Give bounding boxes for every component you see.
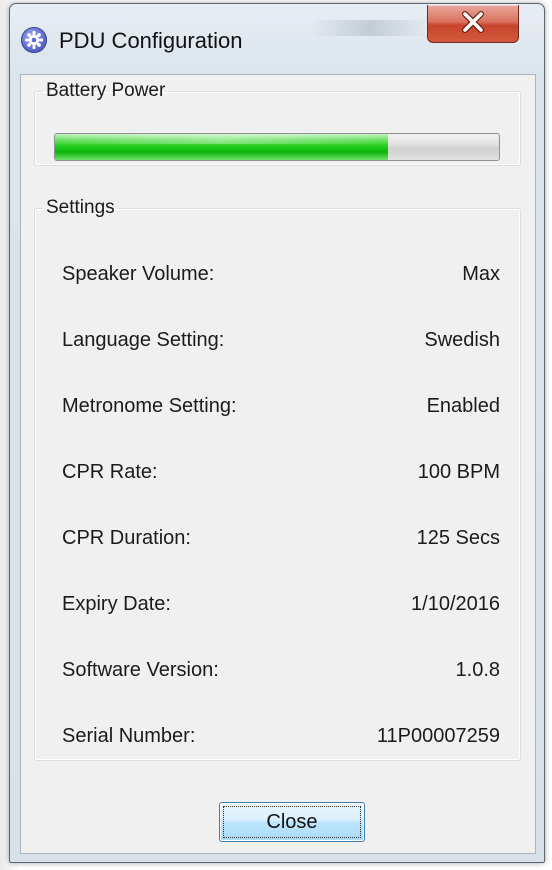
- setting-value: 100 BPM: [417, 461, 500, 483]
- setting-value: Enabled: [426, 395, 500, 417]
- setting-label: Expiry Date:: [62, 593, 171, 615]
- window-close-button[interactable]: [427, 5, 519, 43]
- title-bar-glass: [310, 20, 430, 36]
- setting-label: Language Setting:: [62, 329, 225, 351]
- setting-value: 1/10/2016: [411, 593, 500, 615]
- battery-progress-bar: [54, 133, 500, 161]
- setting-row-cpr-rate: CPR Rate: 100 BPM: [35, 431, 520, 497]
- setting-row-metronome: Metronome Setting: Enabled: [35, 365, 520, 431]
- desktop-background: PDU Configuration Battery Power Settings: [0, 0, 552, 870]
- setting-value: Max: [462, 263, 500, 285]
- setting-label: Software Version:: [62, 659, 219, 681]
- battery-progress-fill: [55, 134, 388, 160]
- title-bar[interactable]: PDU Configuration: [10, 4, 544, 74]
- settings-list: Speaker Volume: Max Language Setting: Sw…: [35, 233, 520, 761]
- setting-label: Serial Number:: [62, 725, 196, 747]
- setting-row-language: Language Setting: Swedish: [35, 299, 520, 365]
- setting-label: CPR Duration:: [62, 527, 191, 549]
- setting-row-cpr-duration: CPR Duration: 125 Secs: [35, 497, 520, 563]
- setting-label: Metronome Setting:: [62, 395, 237, 417]
- settings-label: Settings: [46, 197, 115, 218]
- setting-value: Swedish: [424, 329, 500, 351]
- window-title: PDU Configuration: [59, 28, 243, 53]
- setting-row-software-version: Software Version: 1.0.8: [35, 629, 520, 695]
- battery-power-group: Battery Power: [34, 80, 521, 166]
- pdu-configuration-dialog: PDU Configuration Battery Power Settings: [9, 3, 545, 863]
- setting-row-expiry-date: Expiry Date: 1/10/2016: [35, 563, 520, 629]
- gear-icon: [21, 27, 47, 53]
- setting-row-serial-number: Serial Number: 11P00007259: [35, 695, 520, 761]
- setting-value: 11P00007259: [376, 725, 500, 747]
- setting-row-speaker-volume: Speaker Volume: Max: [35, 233, 520, 299]
- settings-group: Settings Speaker Volume: Max Language Se…: [34, 197, 521, 761]
- setting-value: 1.0.8: [455, 659, 500, 681]
- setting-value: 125 Secs: [416, 527, 500, 549]
- setting-label: Speaker Volume:: [62, 263, 215, 285]
- dialog-content: Battery Power Settings Speaker Volume: M…: [20, 74, 536, 854]
- close-button[interactable]: Close: [219, 802, 365, 842]
- setting-label: CPR Rate:: [62, 461, 158, 483]
- battery-power-label: Battery Power: [46, 80, 166, 101]
